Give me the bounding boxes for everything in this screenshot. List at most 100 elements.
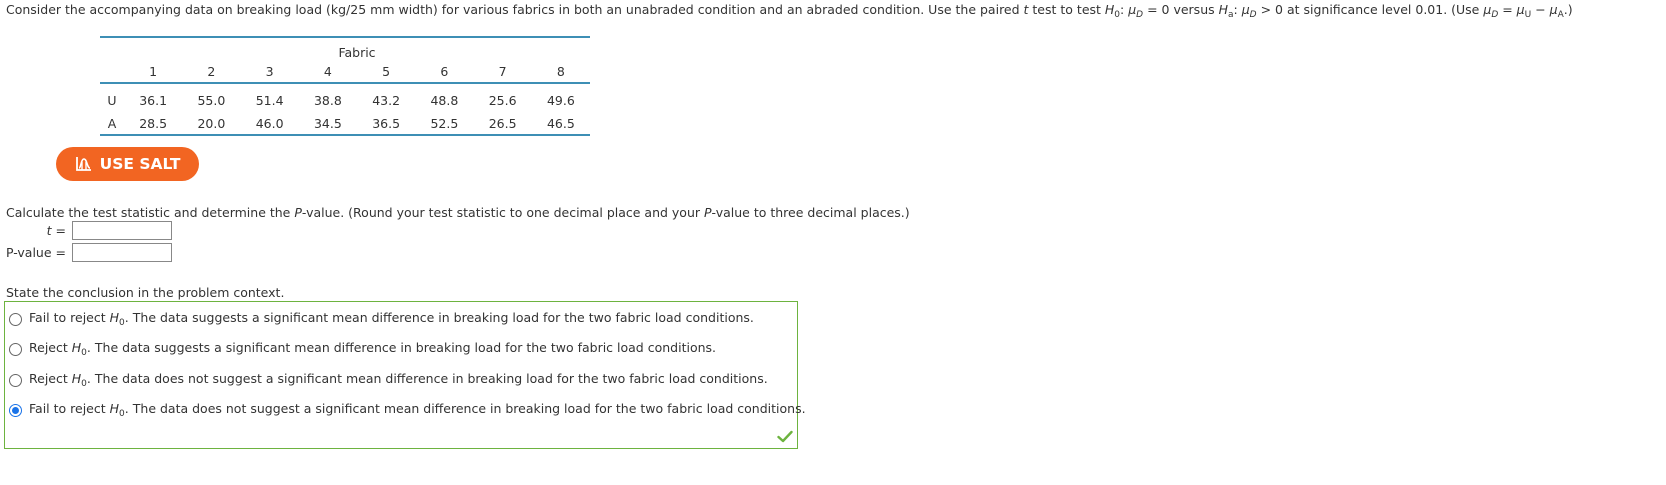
equals: = [51, 245, 66, 260]
radio-button[interactable] [9, 312, 22, 326]
mu-symbol: μ [1241, 2, 1250, 17]
table-cell: 38.8 [313, 92, 342, 108]
period: . [124, 310, 129, 325]
radio-button[interactable] [9, 373, 22, 387]
table-caption: Fabric [124, 36, 590, 60]
table-cell: 55.0 [197, 92, 226, 108]
question-part: -value to three decimal places.) [711, 205, 910, 220]
row-label: U [107, 92, 117, 108]
question-text: Calculate the test statistic and determi… [6, 205, 910, 220]
mu-symbol: μ [1549, 2, 1558, 17]
h-symbol: H [1218, 2, 1229, 17]
option-lead: Reject [29, 340, 68, 355]
column-header: 5 [357, 60, 416, 84]
option-fail-reject-not-suggest[interactable]: Fail to reject H0. The data does not sug… [9, 401, 806, 419]
table-row: U 36.1 55.0 51.4 38.8 43.2 48.8 25.6 49.… [100, 83, 590, 112]
option-reject-suggests[interactable]: Reject H0. The data suggests a significa… [9, 340, 716, 358]
p-value-text: P-value [5, 245, 52, 260]
table-cell: 34.5 [298, 112, 357, 136]
table-cell: 48.8 [430, 92, 459, 108]
radio-button-selected[interactable] [9, 403, 22, 417]
t-statistic-input[interactable] [72, 221, 172, 240]
column-header: 1 [124, 60, 183, 84]
column-header: 7 [473, 60, 532, 84]
conclusion-prompt: State the conclusion in the problem cont… [6, 285, 285, 300]
option-text: Reject H0. The data does not suggest a s… [29, 371, 768, 389]
p-symbol: P [294, 205, 302, 220]
intro-text: Consider the accompanying data on breaki… [6, 2, 1024, 17]
h-symbol: H [109, 401, 120, 416]
h0-symbol: H0. [72, 371, 91, 389]
table-cell: 46.0 [240, 112, 299, 136]
option-reject-not-suggest[interactable]: Reject H0. The data does not suggest a s… [9, 371, 768, 389]
intro-close: .) [1563, 2, 1573, 17]
period: . [124, 401, 129, 416]
option-rest: The data suggests a significant mean dif… [132, 310, 754, 325]
column-header: 8 [531, 60, 590, 84]
option-rest: The data does not suggest a significant … [132, 401, 806, 416]
use-salt-label: USE SALT [99, 155, 181, 173]
checkmark-icon [777, 430, 793, 443]
option-lead: Fail to reject [29, 310, 106, 325]
equals: = [51, 223, 66, 238]
option-lead: Fail to reject [29, 401, 106, 416]
table-header-row: 1 2 3 4 5 6 7 8 [100, 60, 590, 84]
table-cell: 52.5 [415, 112, 474, 136]
use-salt-button[interactable]: USE SALT [56, 147, 199, 181]
column-header: 2 [182, 60, 241, 84]
intro-text-4: > 0 at significance level 0.01. (Use [1256, 2, 1484, 17]
mu-symbol: μ [1128, 2, 1137, 17]
table-cell: 46.5 [531, 112, 590, 136]
equals: = [1498, 2, 1517, 17]
table-cell: 25.6 [488, 92, 517, 108]
colon: : [1120, 2, 1129, 17]
table-cell: 36.5 [357, 112, 416, 136]
table-cell: 36.1 [139, 92, 168, 108]
option-text: Fail to reject H0. The data suggests a s… [29, 310, 754, 328]
h0-symbol: H0. [72, 340, 91, 358]
row-label: A [100, 112, 124, 136]
column-header: 4 [298, 60, 357, 84]
table-cell: 20.0 [182, 112, 241, 136]
fabric-data-table: Fabric 1 2 3 4 5 6 7 8 U 36.1 55.0 51.4 … [100, 36, 590, 136]
row-label-header [100, 36, 124, 60]
h0-symbol: H0. [110, 310, 129, 328]
t-statistic-row: t = [0, 221, 172, 240]
problem-statement: Consider the accompanying data on breaki… [6, 2, 1573, 20]
table-caption-row: Fabric [100, 36, 590, 60]
mu-symbol: μ [1516, 2, 1525, 17]
intro-text-2: test to test [1028, 2, 1105, 17]
p-value-row: P-value = [0, 243, 172, 262]
radio-button[interactable] [9, 342, 22, 356]
intro-text-3: = 0 versus [1143, 2, 1219, 17]
period: . [86, 340, 91, 355]
salt-chart-icon [75, 157, 91, 171]
option-text: Fail to reject H0. The data does not sug… [29, 401, 806, 419]
table-cell: 26.5 [473, 112, 532, 136]
h0-symbol: H0. [110, 401, 129, 419]
conclusion-options: Fail to reject H0. The data suggests a s… [4, 301, 806, 449]
subscript: D [1249, 10, 1257, 20]
option-lead: Reject [29, 371, 68, 386]
row-label-header [100, 60, 124, 84]
p-value-label: P-value = [0, 245, 66, 260]
table-cell: 28.5 [124, 112, 183, 136]
t-label: t = [0, 223, 66, 238]
h-symbol: H [109, 310, 120, 325]
question-part: Calculate the test statistic and determi… [6, 205, 295, 220]
table-cell: 51.4 [255, 92, 284, 108]
colon: : [1233, 2, 1242, 17]
p-value-input[interactable] [72, 243, 172, 262]
option-rest: The data suggests a significant mean dif… [94, 340, 716, 355]
column-header: 3 [240, 60, 299, 84]
table-cell: 43.2 [372, 92, 401, 108]
option-fail-reject-suggests[interactable]: Fail to reject H0. The data suggests a s… [9, 310, 754, 328]
column-header: 6 [415, 60, 474, 84]
table-cell: 49.6 [546, 92, 575, 108]
minus: − [1531, 2, 1550, 17]
period: . [86, 371, 91, 386]
h-symbol: H [71, 340, 82, 355]
h-symbol: H [1104, 2, 1115, 17]
option-text: Reject H0. The data suggests a significa… [29, 340, 716, 358]
option-rest: The data does not suggest a significant … [94, 371, 768, 386]
